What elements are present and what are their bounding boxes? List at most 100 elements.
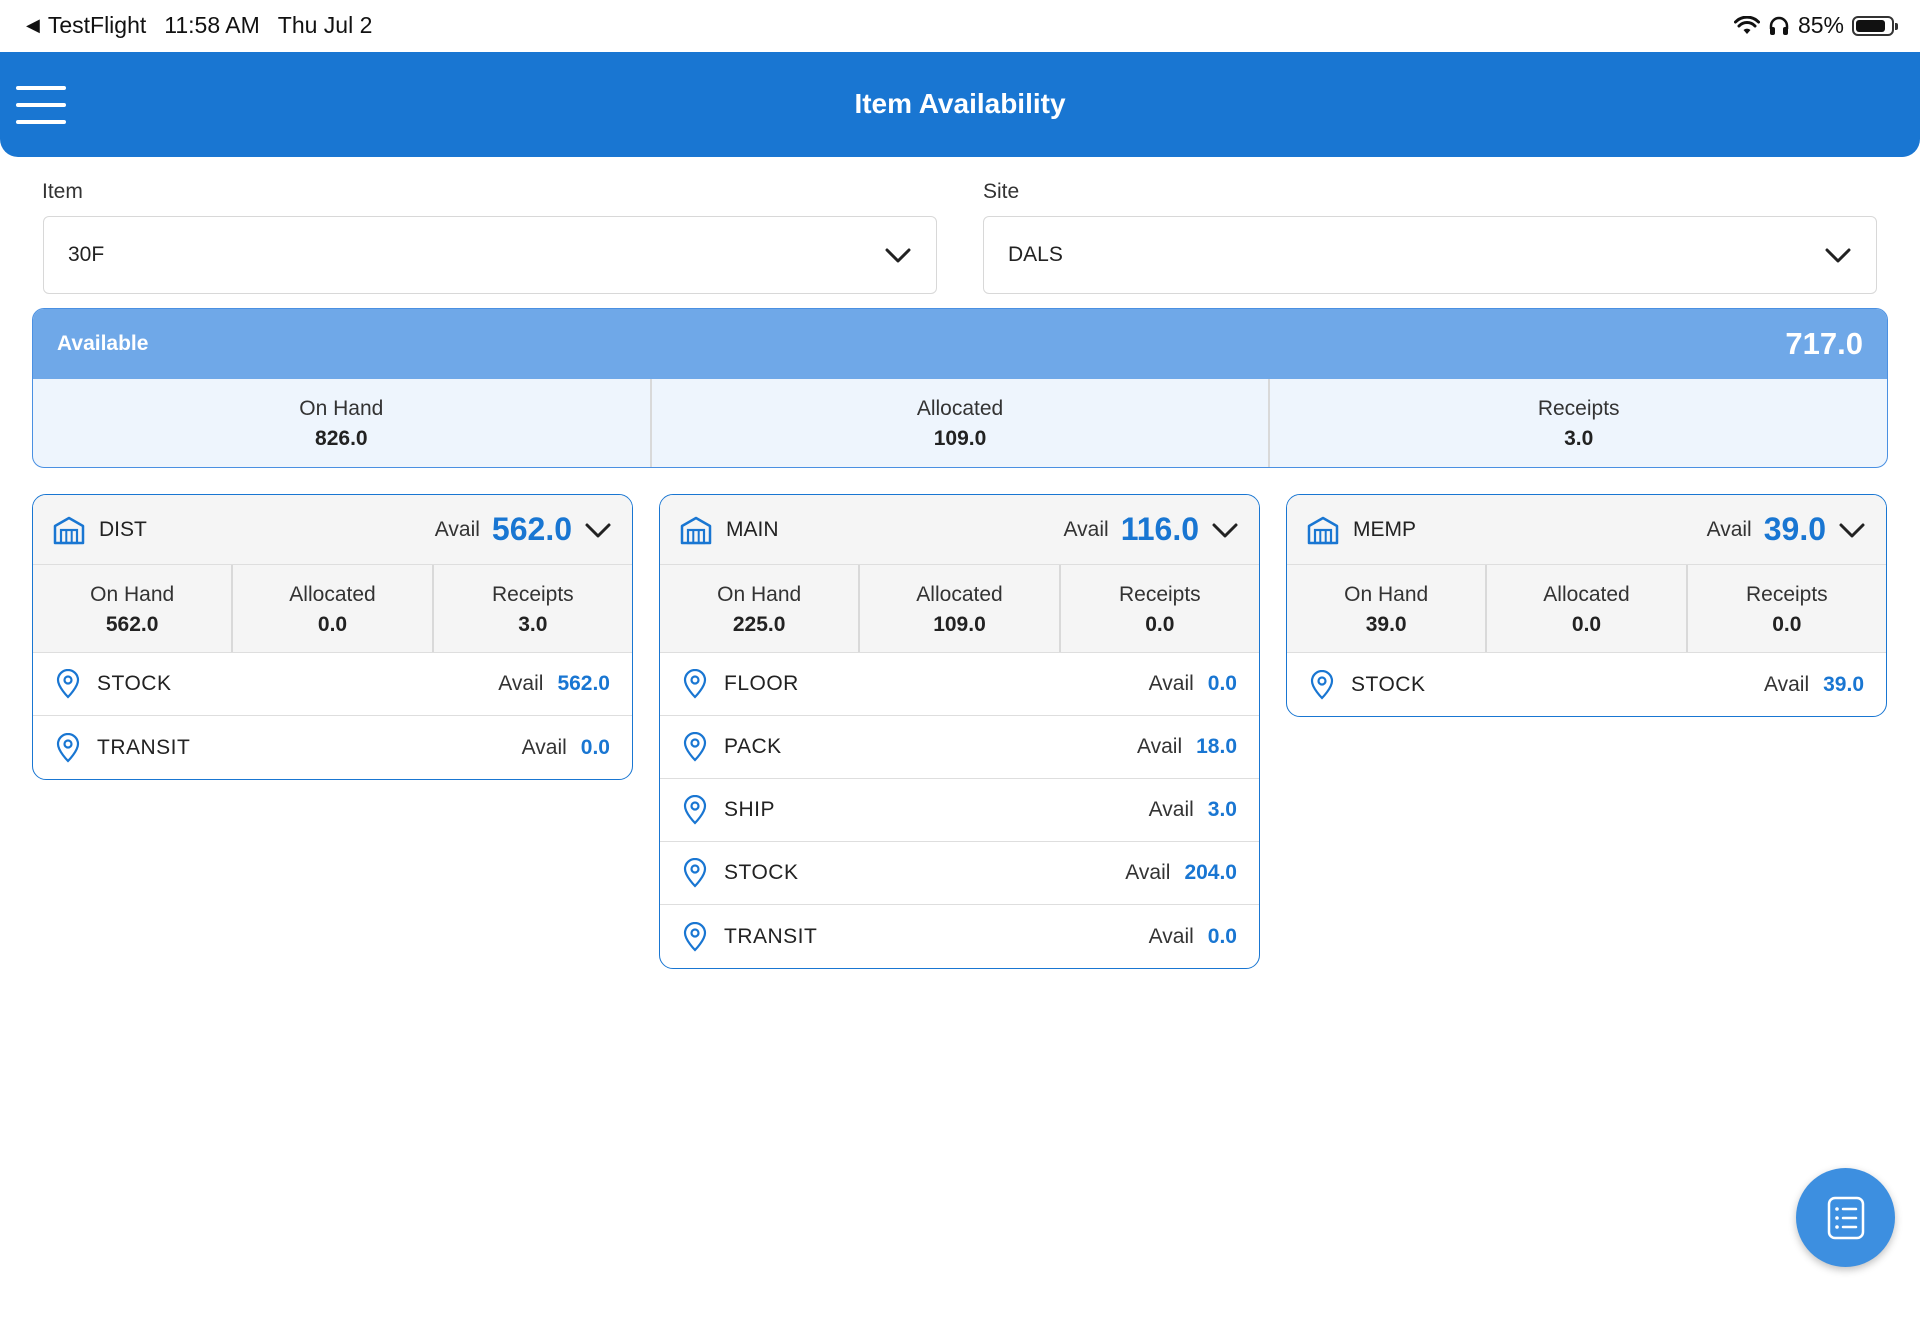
avail-label: Avail bbox=[434, 517, 480, 541]
warehouse-icon bbox=[680, 516, 712, 544]
location-pin-icon bbox=[56, 669, 80, 699]
location-name: TRANSIT bbox=[97, 735, 191, 759]
site-receipts: Receipts 0.0 bbox=[1688, 565, 1886, 652]
location-row[interactable]: TRANSIT Avail 0.0 bbox=[33, 716, 632, 779]
summary-receipts: Receipts 3.0 bbox=[1270, 379, 1887, 467]
back-arrow-icon[interactable]: ◀ bbox=[26, 15, 40, 36]
site-on-hand: On Hand 225.0 bbox=[660, 565, 861, 652]
item-label: Item bbox=[42, 180, 83, 203]
site-name: DIST bbox=[99, 517, 147, 541]
summary-header: Available 717.0 bbox=[33, 309, 1887, 379]
location-name: SHIP bbox=[724, 798, 776, 821]
column-label: Receipts bbox=[1537, 397, 1620, 420]
column-value: 3.0 bbox=[518, 613, 548, 636]
site-avail-value: 116.0 bbox=[1120, 511, 1199, 547]
wifi-icon bbox=[1733, 15, 1760, 34]
avail-label: Avail bbox=[1706, 517, 1752, 541]
site-card-memp[interactable]: MEMP Avail 39.0 On Hand 39.0 Allocated 0.0 Rece… bbox=[1286, 494, 1887, 717]
avail-label: Avail bbox=[1125, 861, 1171, 884]
location-pin-icon bbox=[683, 732, 707, 762]
column-label: On Hand bbox=[90, 583, 175, 606]
site-allocated: Allocated 0.0 bbox=[1487, 565, 1688, 652]
location-name: STOCK bbox=[1351, 672, 1426, 696]
location-avail-value: 3.0 bbox=[1207, 798, 1237, 821]
location-row[interactable]: SHIP Avail 3.0 bbox=[660, 779, 1259, 842]
warehouse-icon bbox=[53, 516, 85, 544]
site-allocated: Allocated 0.0 bbox=[233, 565, 434, 652]
site-header[interactable]: DIST Avail 562.0 bbox=[33, 495, 632, 565]
warehouse-icon bbox=[1307, 516, 1339, 544]
location-avail-value: 0.0 bbox=[1207, 924, 1237, 948]
site-select-value: DALS bbox=[1008, 243, 1063, 266]
item-select[interactable]: 30F bbox=[43, 216, 937, 294]
location-pin-icon bbox=[56, 732, 80, 763]
site-card-main[interactable]: MAIN Avail 116.0 On Hand 225.0 Allocated 109.0… bbox=[659, 494, 1260, 969]
site-columns: On Hand 225.0 Allocated 109.0 Receipts 0.0 bbox=[660, 565, 1259, 653]
site-name: MEMP bbox=[1353, 517, 1416, 541]
column-value: 826.0 bbox=[315, 427, 368, 450]
location-row[interactable]: STOCK Avail 39.0 bbox=[1287, 653, 1886, 716]
site-card-dist[interactable]: DIST Avail 562.0 On Hand 562.0 Allocated 0.0 Re… bbox=[32, 494, 633, 780]
status-time: 11:58 AM bbox=[164, 12, 260, 38]
item-select-value: 30F bbox=[68, 243, 105, 266]
avail-label: Avail bbox=[1063, 517, 1109, 541]
column-value: 0.0 bbox=[1772, 613, 1802, 636]
site-avail-value: 562.0 bbox=[491, 511, 572, 547]
headphones-icon bbox=[1769, 16, 1789, 35]
location-avail-value: 0.0 bbox=[580, 735, 610, 759]
site-columns: On Hand 39.0 Allocated 0.0 Receipts 0.0 bbox=[1287, 565, 1886, 653]
avail-label: Avail bbox=[521, 735, 567, 759]
column-label: On Hand bbox=[717, 583, 802, 606]
column-label: Allocated bbox=[916, 397, 1004, 420]
site-header[interactable]: MAIN Avail 116.0 bbox=[660, 495, 1259, 565]
back-app-link[interactable]: TestFlight bbox=[48, 12, 146, 39]
avail-label: Avail bbox=[1763, 672, 1810, 696]
column-value: 109.0 bbox=[933, 427, 987, 450]
site-header[interactable]: MEMP Avail 39.0 bbox=[1287, 495, 1886, 565]
chevron-down-icon[interactable] bbox=[1838, 516, 1866, 544]
location-avail-value: 562.0 bbox=[557, 672, 610, 695]
site-receipts: Receipts 0.0 bbox=[1061, 565, 1259, 652]
location-pin-icon bbox=[683, 858, 707, 888]
location-pin-icon bbox=[683, 669, 707, 699]
list-fab-button[interactable] bbox=[1796, 1168, 1895, 1267]
location-row[interactable]: TRANSIT Avail 0.0 bbox=[660, 905, 1259, 968]
location-row[interactable]: PACK Avail 18.0 bbox=[660, 716, 1259, 779]
location-avail-value: 204.0 bbox=[1184, 861, 1237, 884]
site-name: MAIN bbox=[726, 517, 779, 541]
chevron-down-icon bbox=[1825, 248, 1851, 263]
site-on-hand: On Hand 39.0 bbox=[1287, 565, 1488, 652]
column-value: 225.0 bbox=[732, 613, 786, 636]
column-label: On Hand bbox=[1344, 583, 1429, 606]
site-select[interactable]: DALS bbox=[983, 216, 1877, 294]
location-pin-icon bbox=[683, 795, 707, 825]
avail-label: Avail bbox=[1148, 924, 1194, 948]
avail-label: Avail bbox=[1148, 672, 1194, 695]
site-avail-value: 39.0 bbox=[1763, 511, 1826, 547]
chevron-down-icon[interactable] bbox=[1211, 516, 1239, 544]
avail-label: Avail bbox=[1148, 798, 1194, 821]
column-label: Allocated bbox=[289, 583, 376, 606]
chevron-down-icon[interactable] bbox=[584, 516, 612, 544]
status-bar: ◀ TestFlight 11:58 AM Thu Jul 2 85% bbox=[0, 0, 1920, 52]
chevron-down-icon bbox=[885, 248, 911, 263]
column-label: Receipts bbox=[1745, 583, 1828, 606]
column-value: 109.0 bbox=[933, 613, 986, 636]
location-row[interactable]: STOCK Avail 204.0 bbox=[660, 842, 1259, 905]
page-title: Item Availability bbox=[854, 88, 1066, 119]
location-row[interactable]: FLOOR Avail 0.0 bbox=[660, 653, 1259, 716]
column-value: 0.0 bbox=[1145, 613, 1175, 636]
location-name: PACK bbox=[724, 735, 782, 758]
location-name: STOCK bbox=[97, 672, 172, 695]
site-on-hand: On Hand 562.0 bbox=[33, 565, 234, 652]
location-pin-icon bbox=[1310, 669, 1334, 700]
summary-total: 717.0 bbox=[1785, 326, 1863, 361]
location-name: STOCK bbox=[724, 861, 799, 884]
location-row[interactable]: STOCK Avail 562.0 bbox=[33, 653, 632, 716]
summary-allocated: Allocated 109.0 bbox=[652, 379, 1271, 467]
app-header: Item Availability bbox=[0, 52, 1920, 157]
column-value: 562.0 bbox=[105, 613, 159, 636]
column-label: Allocated bbox=[916, 583, 1003, 606]
summary-columns: On Hand 826.0 Allocated 109.0 Receipts 3… bbox=[33, 379, 1887, 467]
site-label: Site bbox=[983, 180, 1020, 203]
